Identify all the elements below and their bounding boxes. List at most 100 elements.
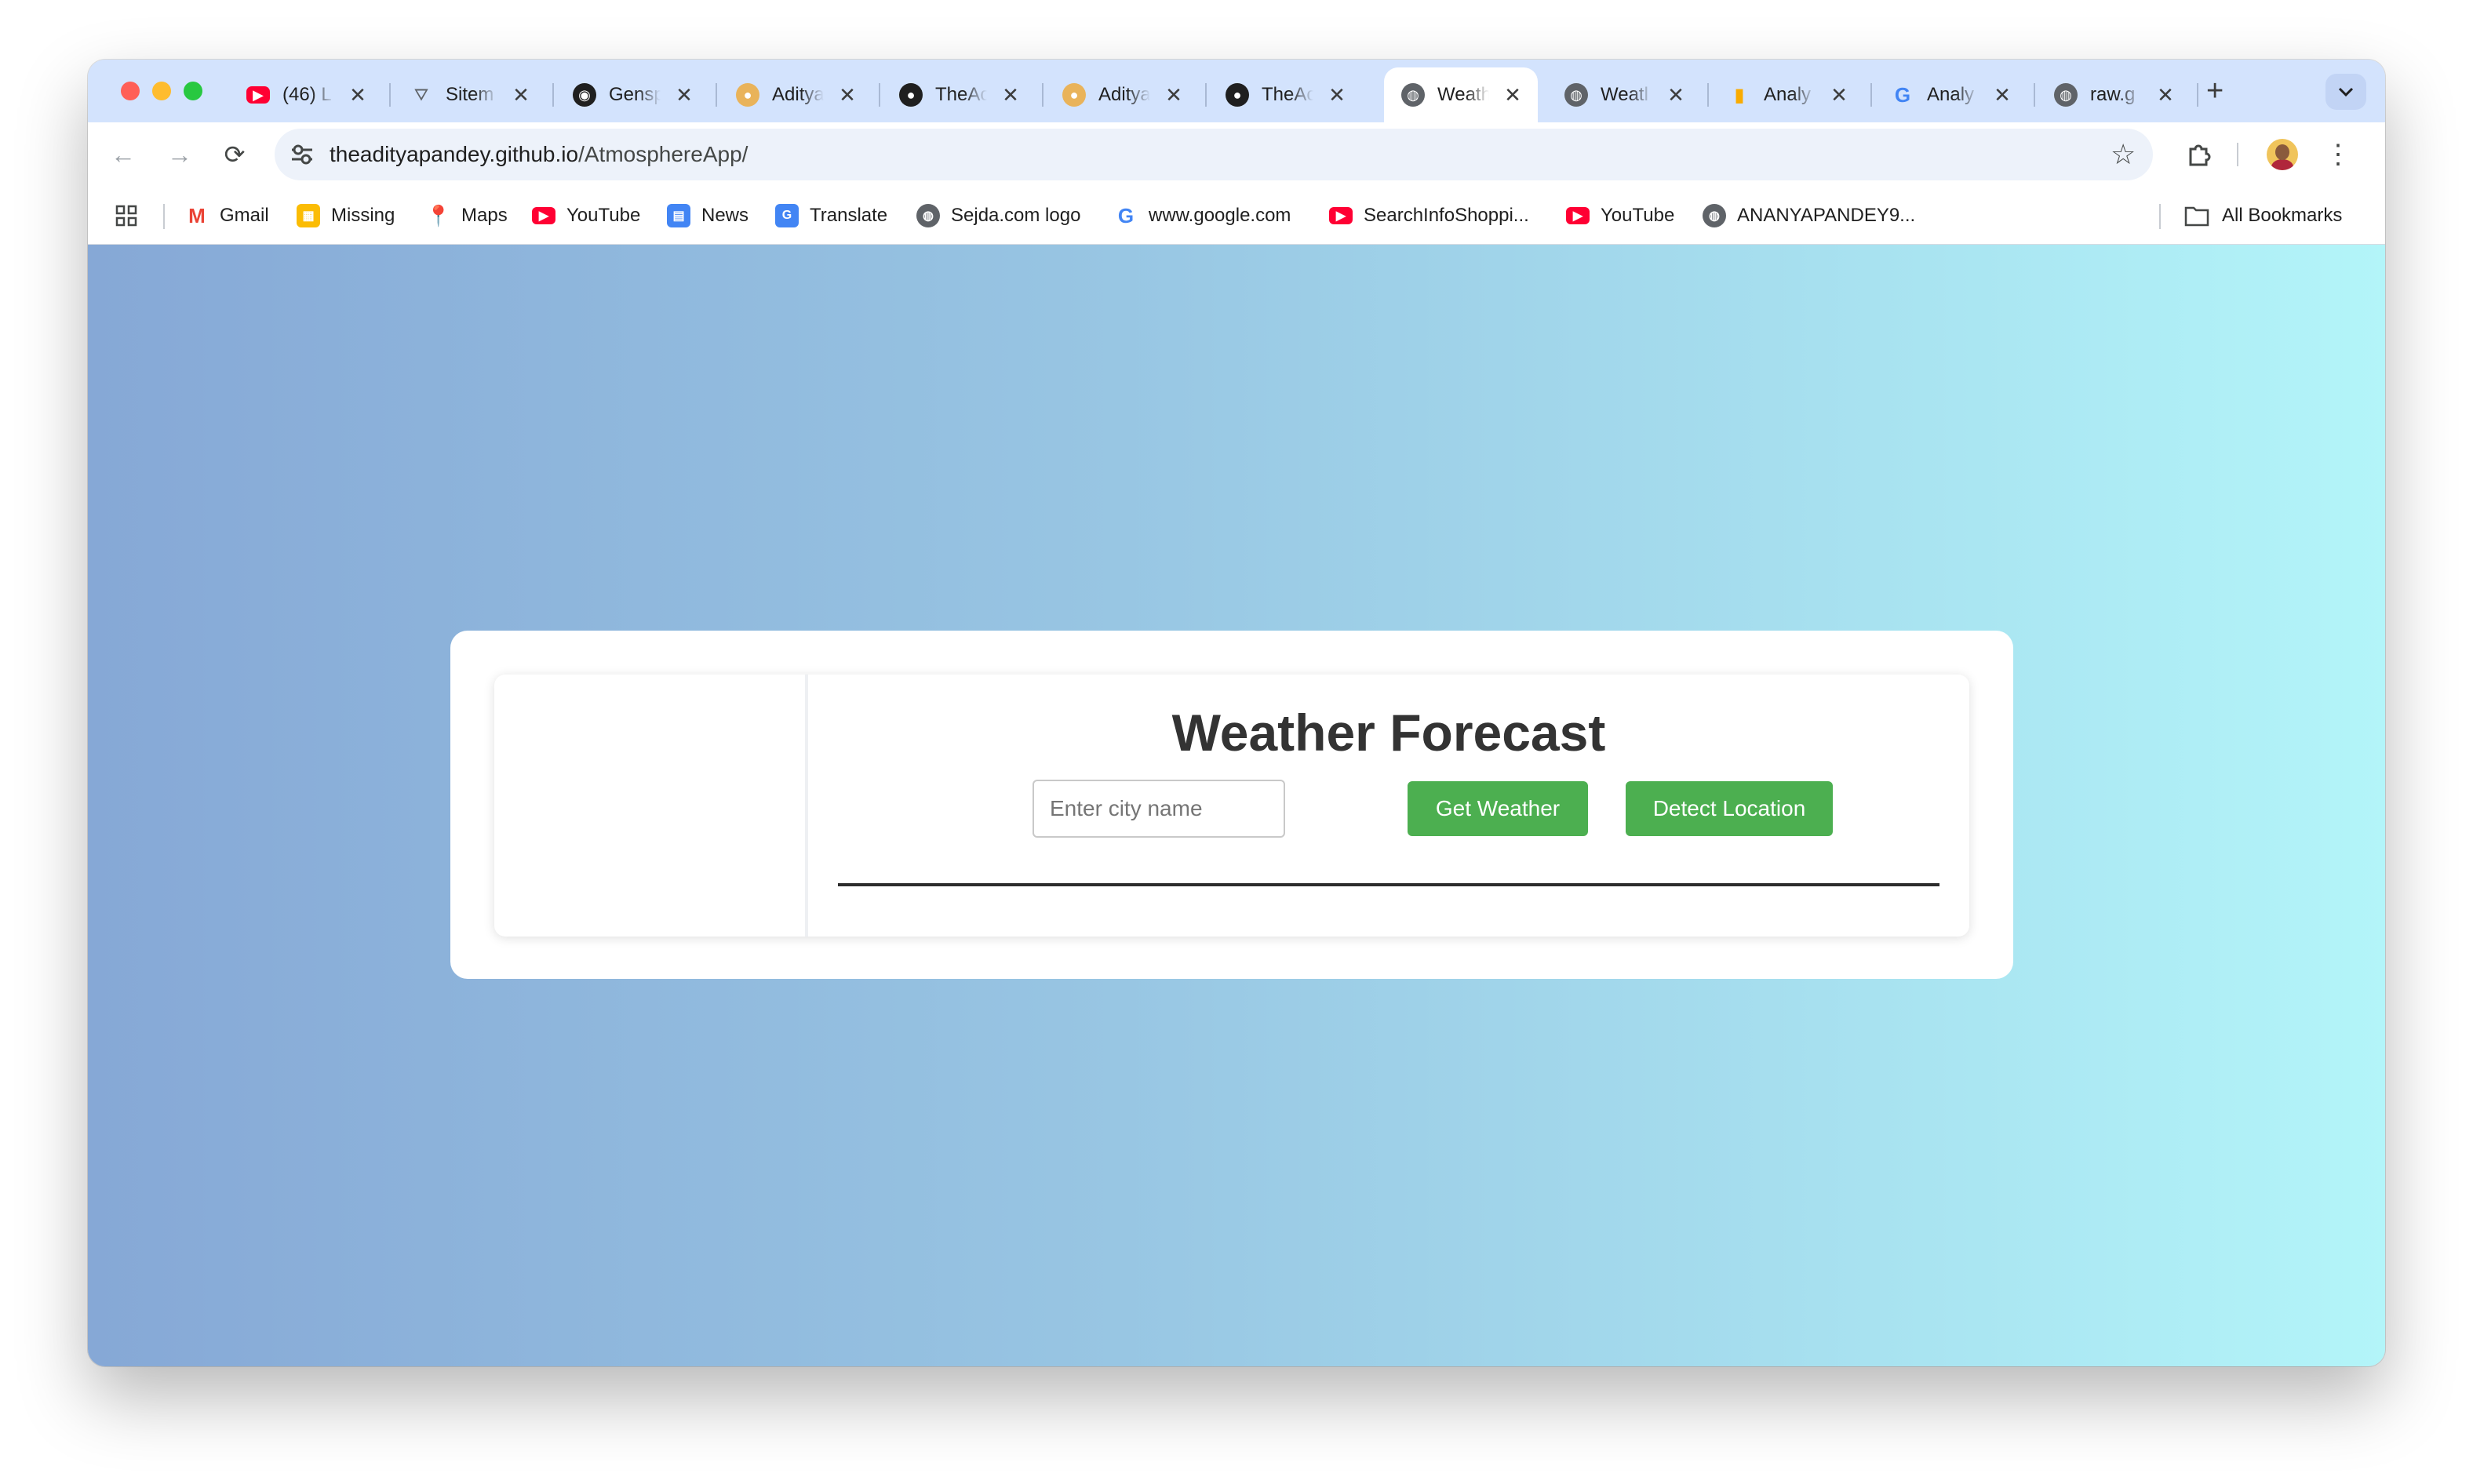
globe-icon: ◍ <box>2054 83 2078 107</box>
apps-grid-icon[interactable] <box>115 201 138 231</box>
folder-icon <box>2184 206 2209 227</box>
google-icon: G <box>1117 203 1135 227</box>
bookmark-youtube-2[interactable]: ▶ YouTube <box>1566 201 1674 231</box>
tab-separator <box>1870 83 1872 107</box>
tab-aditya-profile[interactable]: ● Aditya ✕ <box>719 67 872 122</box>
tab-close-icon[interactable]: ✕ <box>2154 83 2176 107</box>
bookmarks-divider <box>2159 204 2161 229</box>
city-search-input[interactable] <box>1033 780 1285 838</box>
bookmark-label: YouTube <box>566 205 641 226</box>
tab-github[interactable]: ● TheAc ✕ <box>882 67 1036 122</box>
translate-icon: G <box>775 204 799 227</box>
tab-close-icon[interactable]: ✕ <box>836 83 858 107</box>
bookmark-maps[interactable]: 📍 Maps <box>426 201 508 231</box>
url-text[interactable]: theadityapandey.github.io/AtmosphereApp/ <box>330 142 748 167</box>
address-bar[interactable]: theadityapandey.github.io/AtmosphereApp/… <box>275 129 2153 180</box>
tab-youtube[interactable]: ▶ (46) L ✕ <box>229 67 383 122</box>
extensions-button[interactable] <box>2181 136 2217 173</box>
tab-search-button[interactable] <box>2325 74 2366 110</box>
globe-icon: ◍ <box>1703 204 1726 227</box>
gmail-icon: M <box>188 203 206 227</box>
tab-title: Gensp <box>609 84 661 105</box>
chevron-down-icon <box>2338 87 2354 97</box>
tab-raw-github[interactable]: ◍ raw.g ✕ <box>2037 67 2191 122</box>
github-icon: ● <box>1226 83 1249 107</box>
get-weather-button[interactable]: Get Weather <box>1408 781 1588 836</box>
detect-location-button[interactable]: Detect Location <box>1626 781 1833 836</box>
tab-title: TheAc <box>935 84 987 105</box>
tab-aditya-profile-2[interactable]: ● Aditya ✕ <box>1045 67 1199 122</box>
tab-separator <box>2034 83 2035 107</box>
genspark-icon: ◉ <box>573 83 596 107</box>
tab-close-icon[interactable]: ✕ <box>1828 83 1850 107</box>
tab-title: Analy <box>1764 84 1812 105</box>
tab-close-icon[interactable]: ✕ <box>1665 83 1687 107</box>
toolbar-divider <box>2236 136 2239 173</box>
tab-separator <box>2197 83 2198 107</box>
tab-separator <box>716 83 717 107</box>
tab-analytics[interactable]: ▮ Analy ✕ <box>1710 67 1864 122</box>
tab-separator <box>879 83 880 107</box>
site-settings-icon <box>292 144 312 165</box>
tab-title: raw.g <box>2090 84 2136 105</box>
tab-genspark[interactable]: ◉ Gensp ✕ <box>555 67 709 122</box>
bookmark-label: News <box>701 205 749 226</box>
menu-kebab-icon[interactable]: ⋮ <box>2322 136 2354 173</box>
bookmark-youtube[interactable]: ▶ YouTube <box>532 201 640 231</box>
close-window-button[interactable] <box>121 82 140 100</box>
bookmark-sejda[interactable]: ◍ Sejda.com logo <box>916 201 1080 231</box>
tab-separator <box>552 83 554 107</box>
tab-close-icon[interactable]: ✕ <box>1326 83 1348 107</box>
weather-card: Weather Forecast Get Weather Detect Loca… <box>494 675 1969 937</box>
tab-close-icon[interactable]: ✕ <box>347 83 369 107</box>
tab-title: Aditya <box>1098 84 1150 105</box>
tab-strip: ▶ (46) L ✕ ⛛ Sitem ✕ ◉ Gensp ✕ ● Aditya … <box>88 60 2385 122</box>
news-icon: ▤ <box>667 204 690 227</box>
tab-title: Analy <box>1927 84 1975 105</box>
tab-title: Aditya <box>772 84 824 105</box>
all-bookmarks-button[interactable]: All Bookmarks <box>2184 201 2342 231</box>
bookmark-google[interactable]: G www.google.com <box>1114 201 1291 231</box>
minimize-window-button[interactable] <box>152 82 171 100</box>
youtube-icon: ▶ <box>1329 207 1353 224</box>
tab-github-2[interactable]: ● TheAc ✕ <box>1208 67 1362 122</box>
new-tab-button[interactable]: + <box>2206 76 2224 106</box>
bookmark-label: Maps <box>461 205 508 226</box>
bookmark-searchinfo[interactable]: ▶ SearchInfoShoppi... <box>1329 201 1529 231</box>
bookmark-label: Gmail <box>220 205 269 226</box>
tab-close-icon[interactable]: ✕ <box>1000 83 1022 107</box>
tab-close-icon[interactable]: ✕ <box>673 83 695 107</box>
sitemap-icon: ⛛ <box>413 85 429 104</box>
tab-close-icon[interactable]: ✕ <box>1991 83 2013 107</box>
bookmarks-divider <box>163 204 165 229</box>
puzzle-icon <box>2189 144 2211 166</box>
tab-title: (46) L <box>282 84 332 105</box>
globe-icon: ◍ <box>1564 83 1588 107</box>
reload-button[interactable]: ⟳ <box>218 138 251 171</box>
bookmark-ananyapandey[interactable]: ◍ ANANYAPANDEY9... <box>1703 201 1915 231</box>
url-path: /AtmosphereApp/ <box>578 142 748 166</box>
tab-google-analytics[interactable]: G Analy ✕ <box>1874 67 2027 122</box>
profile-button[interactable] <box>2264 136 2300 173</box>
bookmark-translate[interactable]: G Translate <box>775 201 887 231</box>
back-button[interactable]: ← <box>107 138 140 171</box>
tab-close-icon[interactable]: ✕ <box>1502 83 1524 107</box>
bookmark-star-icon[interactable]: ☆ <box>2111 138 2136 171</box>
maximize-window-button[interactable] <box>184 82 202 100</box>
result-divider <box>838 883 1939 886</box>
bookmark-missing[interactable]: ▦ Missing <box>297 201 395 231</box>
tab-weather-2[interactable]: ◍ Weatl ✕ <box>1547 67 1701 122</box>
bookmark-label: SearchInfoShoppi... <box>1364 205 1529 226</box>
bookmark-gmail[interactable]: M Gmail <box>185 201 269 231</box>
tab-sitemap[interactable]: ⛛ Sitem ✕ <box>392 67 546 122</box>
bookmarks-bar: M Gmail ▦ Missing 📍 Maps ▶ YouTube ▤ New… <box>88 187 2385 245</box>
tab-separator <box>1205 83 1207 107</box>
bookmark-label: www.google.com <box>1149 205 1291 226</box>
tab-close-icon[interactable]: ✕ <box>1163 83 1185 107</box>
forward-button[interactable]: → <box>163 138 196 171</box>
bookmark-news[interactable]: ▤ News <box>667 201 748 231</box>
tab-weather-active[interactable]: ◍ Weath ✕ <box>1384 67 1538 122</box>
avatar <box>2267 139 2298 170</box>
tab-close-icon[interactable]: ✕ <box>510 83 532 107</box>
tab-title: TheAc <box>1262 84 1313 105</box>
